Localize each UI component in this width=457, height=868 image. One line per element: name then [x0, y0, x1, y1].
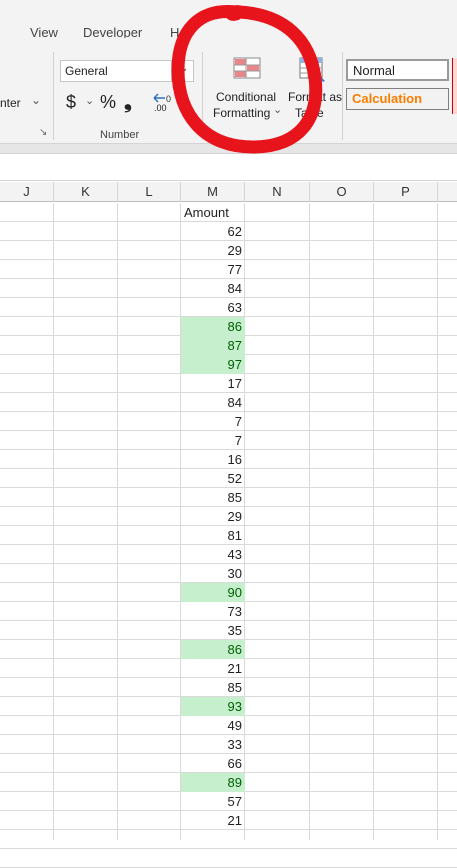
group-separator — [342, 52, 343, 140]
column-header-k[interactable]: K — [54, 182, 118, 202]
format-as-table-label: Format as — [288, 90, 343, 104]
format-as-table-icon — [299, 57, 325, 82]
amount-cell[interactable]: 7 — [181, 431, 245, 450]
cell-m-header[interactable]: Amount — [181, 203, 245, 222]
comma-style-icon[interactable]: ❟ — [124, 91, 132, 114]
column-header-o[interactable]: O — [310, 182, 374, 202]
group-separator — [53, 52, 54, 140]
dialog-launcher-icon[interactable]: ↘ — [39, 127, 47, 138]
amount-cell[interactable]: 90 — [181, 583, 245, 602]
amount-cell[interactable]: 17 — [181, 374, 245, 393]
conditional-formatting-icon — [233, 57, 261, 79]
number-format-dropdown[interactable] — [172, 60, 194, 82]
amount-cell[interactable]: 81 — [181, 526, 245, 545]
column-header-m[interactable]: M — [181, 182, 245, 202]
amount-cell[interactable]: 21 — [181, 811, 245, 830]
ribbon-divider — [0, 144, 457, 154]
chevron-down-icon — [177, 68, 187, 74]
amount-cell[interactable]: 85 — [181, 488, 245, 507]
amount-cell[interactable]: 97 — [181, 355, 245, 374]
grid-column-line — [117, 203, 118, 840]
amount-cell[interactable]: 35 — [181, 621, 245, 640]
column-header-p[interactable]: P — [374, 182, 438, 202]
amount-cell[interactable]: 29 — [181, 241, 245, 260]
currency-icon[interactable]: $ — [66, 92, 76, 113]
amount-cell[interactable]: 16 — [181, 450, 245, 469]
merge-center-dropdown-icon[interactable]: ⌄ — [31, 93, 41, 107]
increase-decimal-label: .00 — [154, 103, 167, 113]
amount-cell[interactable]: 73 — [181, 602, 245, 621]
amount-cell[interactable]: 89 — [181, 773, 245, 792]
number-group-label: Number — [100, 129, 140, 141]
grid-column-line — [437, 203, 438, 840]
amount-cell[interactable]: 33 — [181, 735, 245, 754]
amount-cell[interactable]: 52 — [181, 469, 245, 488]
cell-style-normal[interactable]: Normal — [346, 59, 449, 81]
ribbon: nter ⌄ ↘ General $ ⌄ % ❟ 0 .00 Number Co… — [0, 38, 457, 144]
conditional-formatting-label-2: Formatting — [213, 106, 271, 120]
group-separator — [202, 52, 203, 140]
format-as-table-button[interactable]: Format as Table — [287, 54, 343, 122]
grid-column-line — [373, 203, 374, 840]
amount-cell[interactable]: 29 — [181, 507, 245, 526]
cell-style-bad-edge[interactable] — [452, 58, 457, 114]
amount-cell[interactable]: 84 — [181, 279, 245, 298]
amount-cell[interactable]: 21 — [181, 659, 245, 678]
currency-dropdown-icon[interactable]: ⌄ — [85, 94, 94, 107]
column-header-n[interactable]: N — [245, 182, 310, 202]
ribbon-tab-strip: View Developer H — [0, 0, 457, 38]
tab-developer[interactable]: Developer — [83, 25, 142, 38]
amount-cell[interactable]: 87 — [181, 336, 245, 355]
number-format-input[interactable]: General — [60, 60, 172, 82]
merge-center-label[interactable]: nter — [0, 96, 21, 110]
conditional-formatting-label: Conditional — [216, 90, 277, 104]
column-header-j[interactable]: J — [0, 182, 54, 202]
amount-cell[interactable]: 7 — [181, 412, 245, 431]
grid-row-line — [0, 848, 457, 849]
amount-cell[interactable]: 85 — [181, 678, 245, 697]
amount-cell[interactable]: 86 — [181, 640, 245, 659]
formula-bar-area — [0, 155, 457, 181]
amount-cell[interactable]: 84 — [181, 393, 245, 412]
worksheet-grid[interactable]: Amount 62 29 77 84 63 86 87 97 17 84 7 7 16 52 85 29 81 4… — [0, 203, 457, 868]
amount-cell[interactable]: 66 — [181, 754, 245, 773]
cell-style-calculation[interactable]: Calculation — [346, 88, 449, 110]
percent-icon[interactable]: % — [100, 92, 116, 113]
grid-column-line — [53, 203, 54, 840]
amount-cell[interactable]: 77 — [181, 260, 245, 279]
tab-help[interactable]: H — [170, 25, 179, 38]
format-as-table-label-2: Table — [295, 106, 324, 120]
tab-view[interactable]: View — [30, 25, 58, 38]
amount-cell[interactable]: 43 — [181, 545, 245, 564]
amount-cell[interactable]: 62 — [181, 222, 245, 241]
amount-cell[interactable]: 93 — [181, 697, 245, 716]
amount-cell[interactable]: 57 — [181, 792, 245, 811]
amount-cell[interactable]: 63 — [181, 298, 245, 317]
amount-cell[interactable]: 86 — [181, 317, 245, 336]
grid-column-line — [309, 203, 310, 840]
column-header-l[interactable]: L — [118, 182, 181, 202]
column-header-row: J K L M N O P — [0, 182, 457, 202]
amount-cell[interactable]: 49 — [181, 716, 245, 735]
chevron-down-icon: ⌄ — [273, 104, 283, 116]
increase-decimal-icon[interactable]: 0 .00 — [151, 92, 173, 116]
amount-cell[interactable]: 30 — [181, 564, 245, 583]
conditional-formatting-button[interactable]: Conditional Formatting ⌄ — [211, 54, 283, 122]
svg-text:0: 0 — [166, 94, 171, 104]
